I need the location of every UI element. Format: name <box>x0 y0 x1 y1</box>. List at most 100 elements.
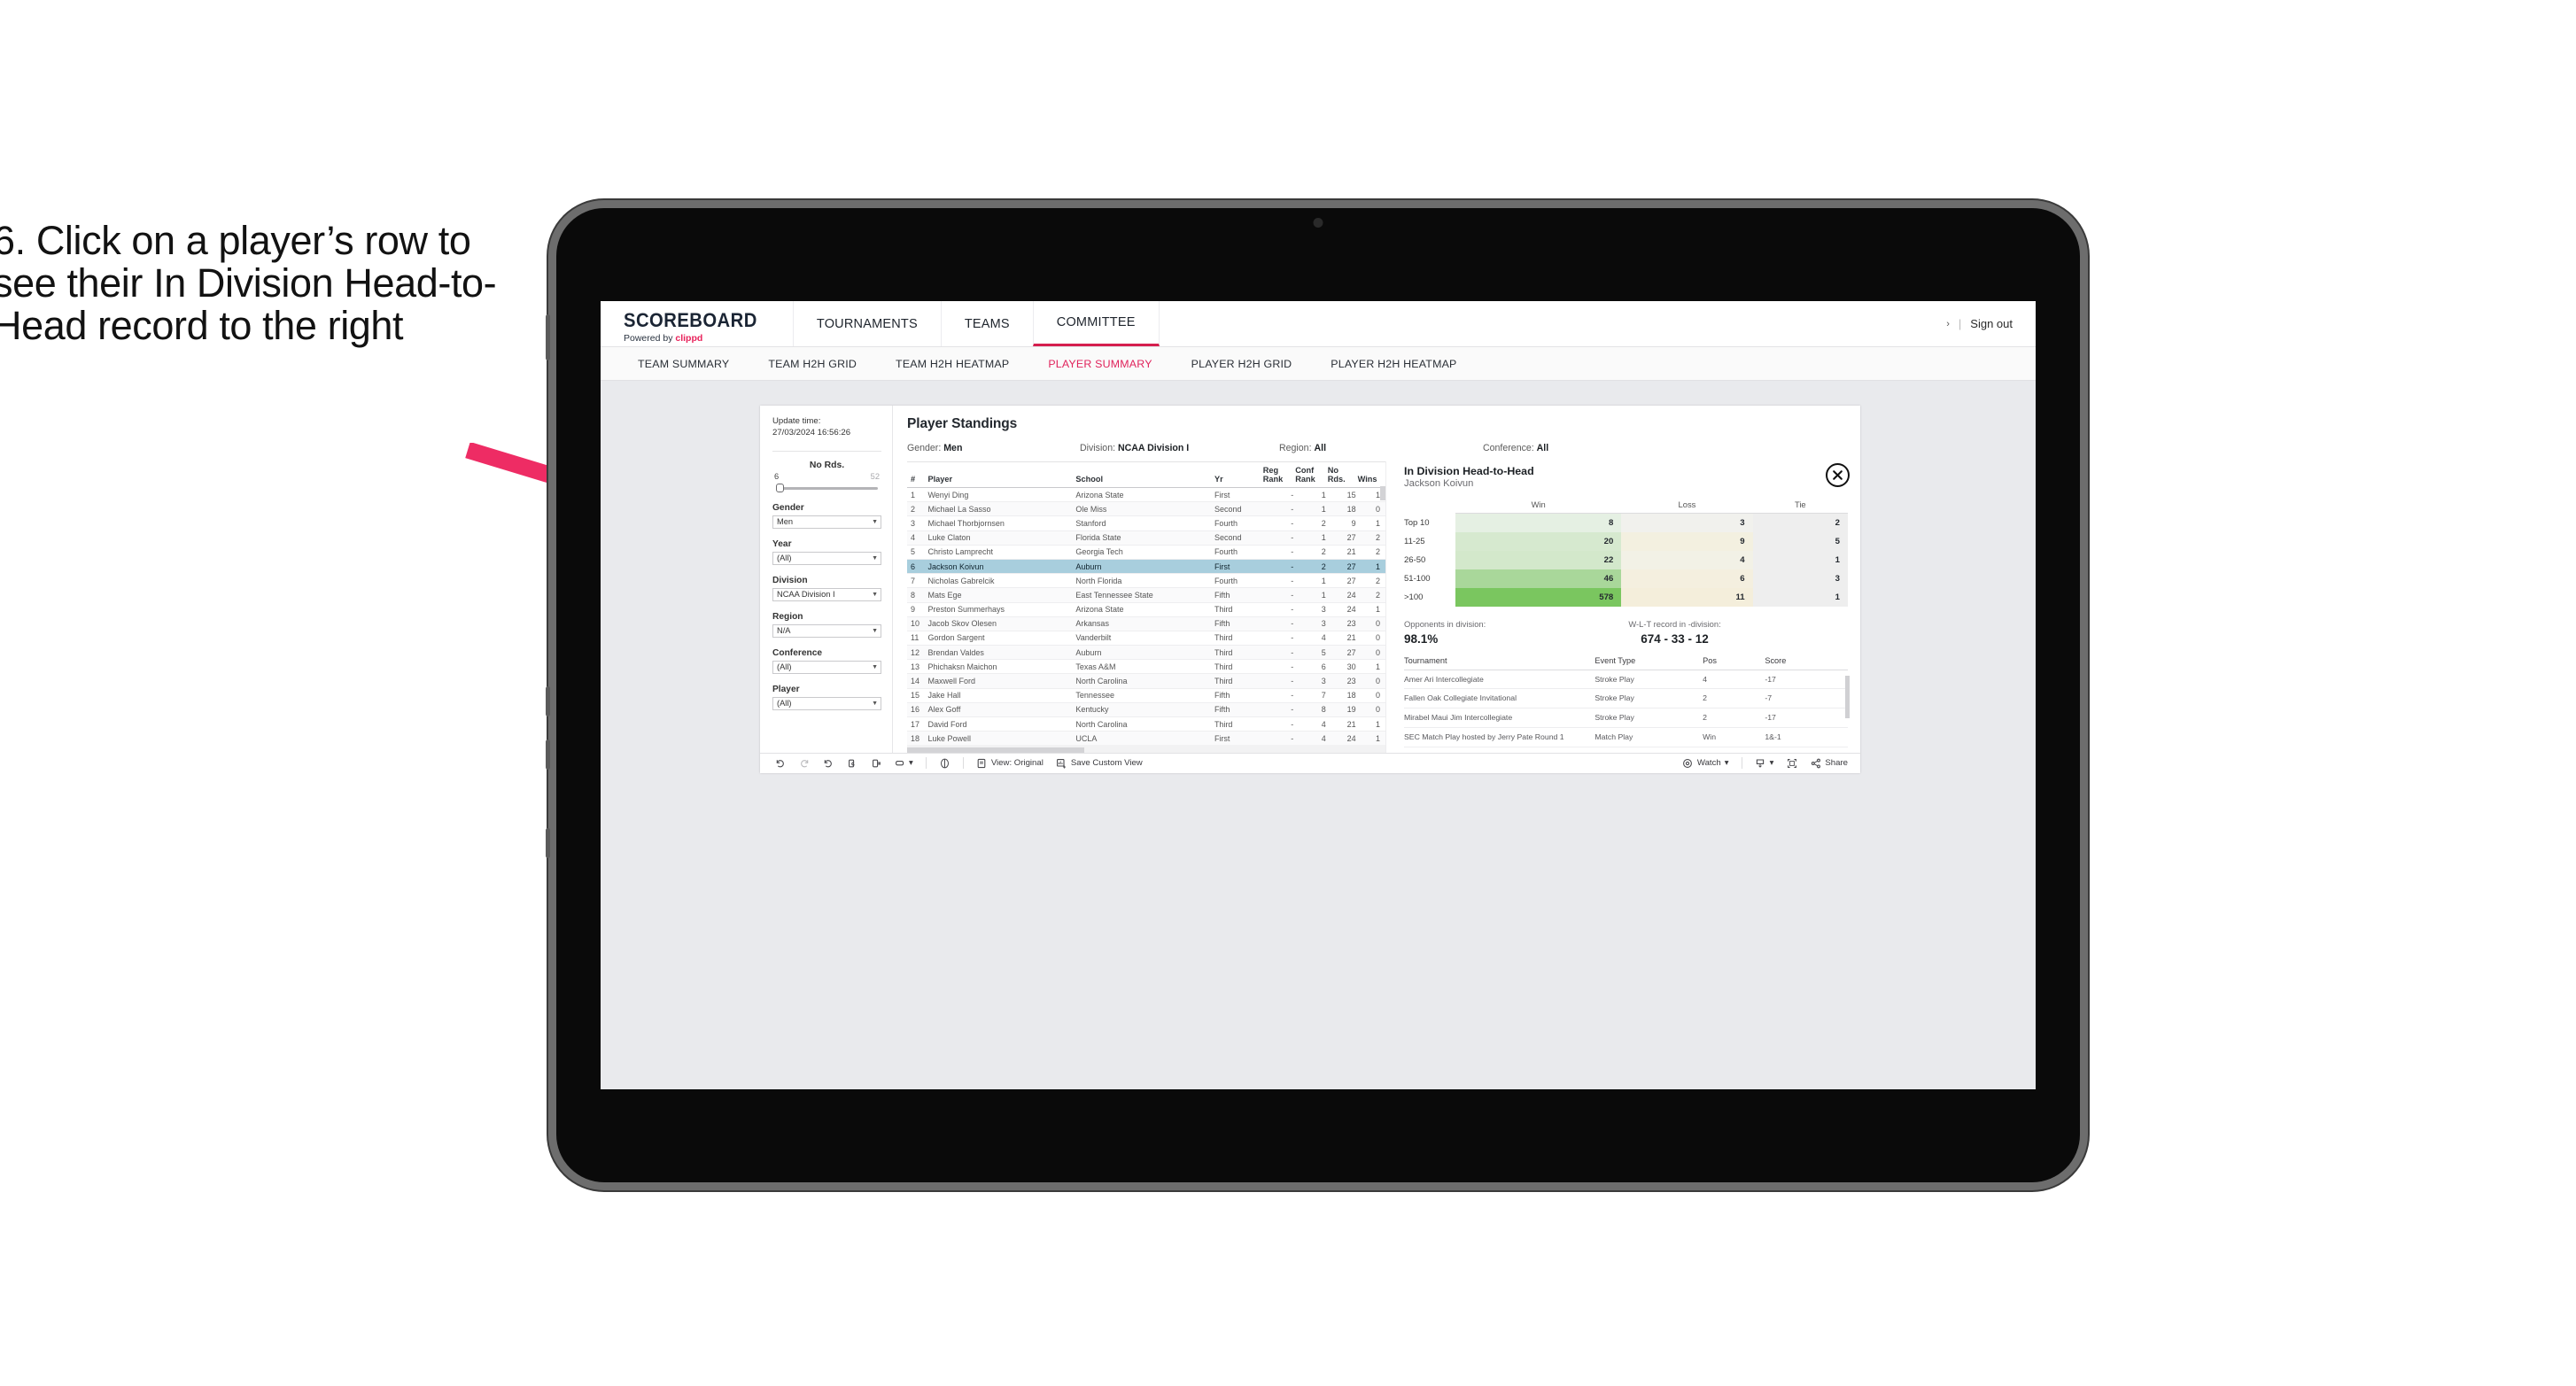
table-row[interactable]: 10 Jacob Skov Olesen Arkansas Fifth -3 23 0 <box>907 616 1385 631</box>
table-row[interactable]: 9 Preston Summerhays Arizona State Third -3 2… <box>907 602 1385 617</box>
filter-year-select[interactable]: (All) ▼ <box>772 551 881 565</box>
tournament-table-head: Tournament Event Type Pos Score <box>1404 655 1848 670</box>
update-time-label: Update time: <box>772 416 821 426</box>
revert-icon[interactable] <box>822 757 834 769</box>
cell-year: Second <box>1214 501 1263 517</box>
fullscreen-icon[interactable] <box>1786 757 1797 769</box>
mute-button[interactable] <box>546 828 550 858</box>
filter-conference-select[interactable]: (All) ▼ <box>772 660 881 674</box>
cell-player: Jacob Skov Olesen <box>927 616 1076 631</box>
cell-year: Fourth <box>1214 573 1263 589</box>
table-row[interactable]: 13 Phichaksn Maichon Texas A&M Third -6 30 1 <box>907 659 1385 675</box>
table-row[interactable]: 8 Mats Ege East Tennessee State Fifth -1 24 2 <box>907 587 1385 603</box>
no-rounds-range: 6 52 <box>772 472 881 481</box>
table-row[interactable]: 11 Gordon Sargent Vanderbilt Third -4 21 0 <box>907 631 1385 647</box>
table-row[interactable]: 16 Alex Goff Kentucky Fifth -8 19 0 <box>907 702 1385 718</box>
nav-tab-teams[interactable]: TEAMS <box>940 301 1034 346</box>
col-reg-rank[interactable]: Reg Rank <box>1262 461 1296 488</box>
table-row[interactable]: 2 Michael La Sasso Ole Miss Second -1 18 0 <box>907 501 1385 517</box>
watch-dropdown[interactable]: Watch ▾ <box>1682 757 1729 769</box>
col-school[interactable]: School <box>1075 461 1214 488</box>
cell-rank: 12 <box>907 645 928 661</box>
filter-year-value: (All) <box>777 554 792 563</box>
close-icon[interactable] <box>1826 463 1850 487</box>
col-wins[interactable]: Wins <box>1357 461 1385 488</box>
tab-team-h2h-heatmap[interactable]: TEAM H2H HEATMAP <box>876 358 1028 370</box>
cell-school: UCLA <box>1075 731 1214 745</box>
h2h-heatmap-table: Win Loss Tie Top 10 8 3 2 11-25 20 9 5 26-50 22 4 1… <box>1404 499 1848 607</box>
col-no-rds[interactable]: No Rds. <box>1327 461 1358 488</box>
cell-reg-rank: - <box>1262 645 1296 661</box>
power-button[interactable] <box>546 314 550 360</box>
table-row[interactable]: 1 Wenyi Ding Arizona State First -1 15 1 <box>907 487 1385 503</box>
tab-player-h2h-grid[interactable]: PLAYER H2H GRID <box>1172 358 1312 370</box>
filter-region-select[interactable]: N/A ▼ <box>772 623 881 638</box>
cell-year: First <box>1214 487 1263 503</box>
tab-team-summary[interactable]: TEAM SUMMARY <box>618 358 749 370</box>
col-rank[interactable]: # <box>907 461 928 488</box>
volume-up-button[interactable] <box>546 686 550 716</box>
tournament-row[interactable]: Fallen Oak Collegiate Invitational Stroke… <box>1404 688 1848 709</box>
sign-out-link[interactable]: Sign out <box>1970 317 2013 330</box>
tournament-row[interactable]: SEC Match Play hosted by Jerry Pate Roun… <box>1404 727 1848 747</box>
view-original-button[interactable]: View: Original <box>976 757 1044 769</box>
undo-icon[interactable] <box>774 757 786 769</box>
col-year[interactable]: Yr <box>1214 461 1263 488</box>
h2h-row-label: 11-25 <box>1404 536 1425 546</box>
volume-down-button[interactable] <box>546 739 550 770</box>
cell-no-rds: 24 <box>1327 602 1358 617</box>
layout-dropdown[interactable]: ▾ <box>894 757 913 769</box>
table-row[interactable]: 17 David Ford North Carolina Third -4 21 1 <box>907 716 1385 732</box>
cell-year: Fifth <box>1214 587 1263 603</box>
table-horizontal-scrollbar-thumb[interactable] <box>907 747 1084 753</box>
filter-player-select[interactable]: (All) ▼ <box>772 696 881 710</box>
table-row[interactable]: 5 Christo Lamprecht Georgia Tech Fourth -2 21… <box>907 545 1385 560</box>
table-row[interactable]: 7 Nicholas Gabrelcik North Florida Fourth -1… <box>907 573 1385 589</box>
table-row[interactable]: 3 Michael Thorbjornsen Stanford Fourth -2 9 1 <box>907 515 1385 531</box>
filter-division-select[interactable]: NCAA Division I ▼ <box>772 587 881 601</box>
tournament-scrollbar[interactable] <box>1845 675 1850 718</box>
chevron-right-icon[interactable]: › <box>1946 319 1950 329</box>
h2h-cell-tie: 2 <box>1752 513 1848 532</box>
h2h-row-label: 26-50 <box>1404 554 1426 565</box>
table-row[interactable]: 6 Jackson Koivun Auburn First -2 27 1 <box>907 559 1385 575</box>
save-custom-view-button[interactable]: Save Custom View <box>1056 757 1143 769</box>
cell-pos: 2 <box>1703 708 1765 729</box>
redo-icon[interactable] <box>798 757 810 769</box>
table-row[interactable]: 12 Brendan Valdes Auburn Third -5 27 0 <box>907 645 1385 661</box>
tournament-row[interactable]: Amer Ari Intercollegiate Stroke Play 4 -17 <box>1404 670 1848 690</box>
pause-icon[interactable] <box>870 757 881 769</box>
save-custom-view-label: Save Custom View <box>1070 758 1143 769</box>
brand-logo[interactable]: SCOREBOARD Powered by clippd <box>601 301 794 346</box>
visualization-body: Update time: 27/03/2024 16:56:26 No Rds.… <box>760 406 1860 753</box>
table-horizontal-scrollbar-track[interactable] <box>907 744 1385 753</box>
cell-year: First <box>1214 731 1263 745</box>
pause-auto-update-icon[interactable] <box>939 757 950 769</box>
table-row[interactable]: 15 Jake Hall Tennessee Fifth -7 18 0 <box>907 688 1385 703</box>
share-button[interactable]: Share <box>1810 757 1848 769</box>
nav-tab-committee[interactable]: COMMITTEE <box>1032 301 1160 346</box>
cell-rank: 8 <box>907 587 928 603</box>
refresh-icon[interactable] <box>846 757 857 769</box>
cell-rank: 1 <box>907 487 928 503</box>
table-row[interactable]: 14 Maxwell Ford North Carolina Third -3 23 0 <box>907 673 1385 689</box>
no-rounds-slider[interactable] <box>776 483 878 492</box>
tab-team-h2h-grid[interactable]: TEAM H2H GRID <box>749 358 876 370</box>
col-conf-rank[interactable]: Conf Rank <box>1295 461 1328 488</box>
nav-tab-tournaments[interactable]: TOURNAMENTS <box>792 301 942 346</box>
tab-player-summary[interactable]: PLAYER SUMMARY <box>1028 358 1171 370</box>
col-player[interactable]: Player <box>927 461 1076 488</box>
cell-no-rds: 27 <box>1327 559 1358 575</box>
cell-tournament: Amer Ari Intercollegiate <box>1404 670 1595 690</box>
cell-school: North Florida <box>1075 573 1214 589</box>
table-row[interactable]: 4 Luke Claton Florida State Second -1 27 2 <box>907 530 1385 546</box>
cell-conf-rank: 2 <box>1295 545 1328 560</box>
slider-handle[interactable] <box>776 483 784 492</box>
tab-player-h2h-heatmap[interactable]: PLAYER H2H HEATMAP <box>1311 358 1476 370</box>
slider-track <box>776 486 878 490</box>
filter-gender-select[interactable]: Men ▼ <box>772 515 881 529</box>
cell-wins: 1 <box>1357 659 1385 675</box>
table-row[interactable]: 18 Luke Powell UCLA First -4 24 1 <box>907 731 1385 745</box>
tournament-row[interactable]: Mirabel Maui Jim Intercollegiate Stroke P… <box>1404 708 1848 729</box>
download-dropdown[interactable]: ▾ <box>1755 757 1773 769</box>
